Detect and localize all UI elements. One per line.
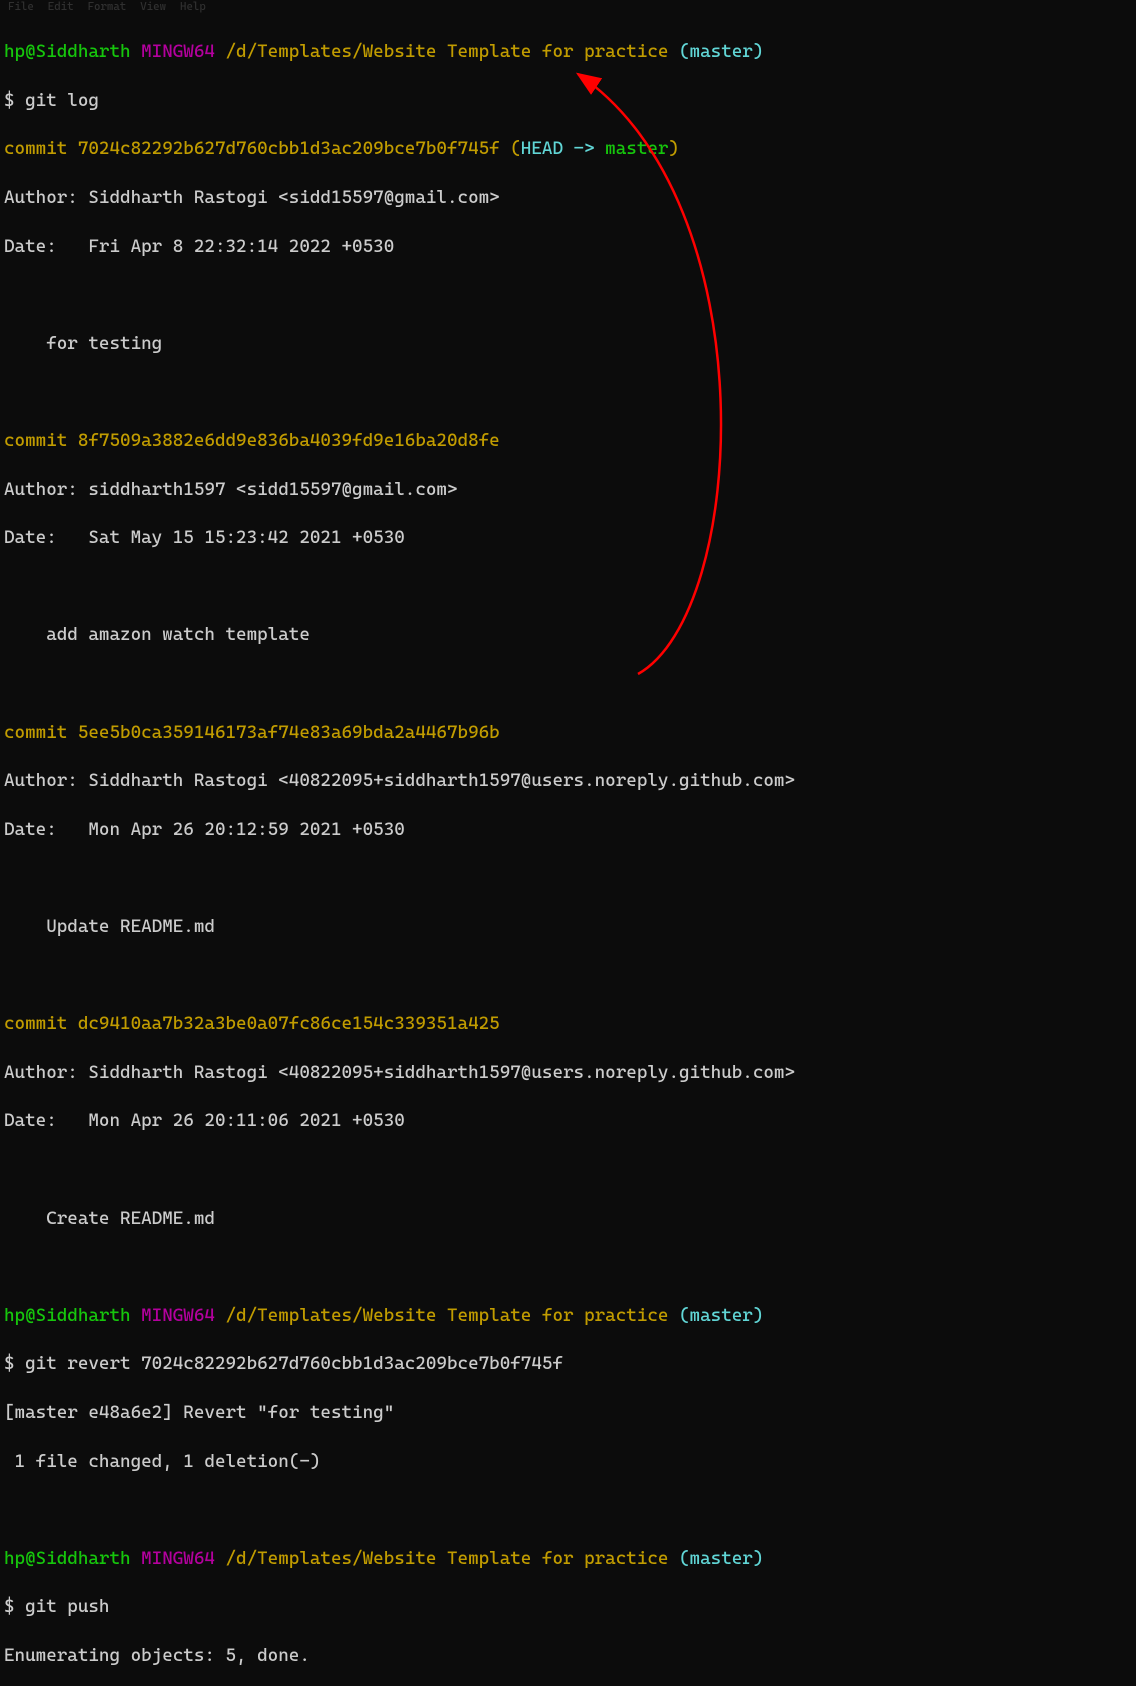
branch-open: ( (679, 41, 690, 62)
shell-system: MINGW64 (141, 1305, 215, 1326)
branch-name: master (690, 1548, 753, 1569)
commit-hash: dc9410aa7b32a3be0a07fc86ce154c339351a425 (78, 1013, 500, 1034)
cwd-path: /d/Templates/Website Template for practi… (225, 1305, 668, 1326)
user-host: hp@Siddharth (4, 1548, 131, 1569)
commit-author: Author: Siddharth Rastogi <sidd15597@gma… (4, 186, 1132, 210)
commit-hash: 7024c82292b627d760cbb1d3ac209bce7b0f745f (78, 138, 500, 159)
menu-bar: File Edit Format View Help (0, 0, 1136, 14)
branch-name: master (690, 41, 753, 62)
command-line: $ git push (4, 1595, 1132, 1619)
blank-line (4, 964, 1132, 988)
head-label: HEAD -> (521, 138, 605, 159)
prompt-line: hp@Siddharth MINGW64 /d/Templates/Websit… (4, 1547, 1132, 1571)
commit-author: Author: Siddharth Rastogi <40822095+sidd… (4, 769, 1132, 793)
user-host: hp@Siddharth (4, 1305, 131, 1326)
blank-line (4, 1158, 1132, 1182)
commit-header: commit dc9410aa7b32a3be0a07fc86ce154c339… (4, 1012, 1132, 1036)
menu-edit[interactable]: Edit (48, 0, 74, 14)
cwd-path: /d/Templates/Website Template for practi… (225, 1548, 668, 1569)
commit-date: Date: Mon Apr 26 20:11:06 2021 +0530 (4, 1109, 1132, 1133)
blank-line (4, 672, 1132, 696)
revert-output: 1 file changed, 1 deletion(-) (4, 1450, 1132, 1474)
commit-date: Date: Mon Apr 26 20:12:59 2021 +0530 (4, 818, 1132, 842)
blank-line (4, 1498, 1132, 1522)
shell-symbol: $ (4, 90, 25, 111)
command-git-log: git log (25, 90, 99, 111)
user-host: hp@Siddharth (4, 41, 131, 62)
commit-date: Date: Fri Apr 8 22:32:14 2022 +0530 (4, 235, 1132, 259)
branch-close: ) (753, 41, 764, 62)
menu-help[interactable]: Help (180, 0, 206, 14)
revert-output: [master e48a6e2] Revert "for testing" (4, 1401, 1132, 1425)
commit-message: for testing (4, 332, 1132, 356)
commit-header: commit 5ee5b0ca359146173af74e83a69bda2a4… (4, 721, 1132, 745)
cwd-path: /d/Templates/Website Template for practi… (225, 41, 668, 62)
commit-message: add amazon watch template (4, 623, 1132, 647)
commit-header: commit 7024c82292b627d760cbb1d3ac209bce7… (4, 137, 1132, 161)
blank-line (4, 1255, 1132, 1279)
push-output: Enumerating objects: 5, done. (4, 1644, 1132, 1668)
command-line: $ git revert 7024c82292b627d760cbb1d3ac2… (4, 1352, 1132, 1376)
commit-message: Update README.md (4, 915, 1132, 939)
commit-hash: 8f7509a3882e6dd9e836ba4039fd9e16ba20d8fe (78, 430, 500, 451)
commit-header: commit 8f7509a3882e6dd9e836ba4039fd9e16b… (4, 429, 1132, 453)
blank-line (4, 866, 1132, 890)
terminal-output[interactable]: hp@Siddharth MINGW64 /d/Templates/Websit… (0, 14, 1136, 1686)
blank-line (4, 380, 1132, 404)
command-git-push: git push (25, 1596, 109, 1617)
commit-message: Create README.md (4, 1207, 1132, 1231)
commit-author: Author: siddharth1597 <sidd15597@gmail.c… (4, 478, 1132, 502)
menu-format[interactable]: Format (88, 0, 127, 14)
prompt-line: hp@Siddharth MINGW64 /d/Templates/Websit… (4, 40, 1132, 64)
menu-file[interactable]: File (8, 0, 34, 14)
branch-ref: master (605, 138, 668, 159)
branch-name: master (690, 1305, 753, 1326)
shell-system: MINGW64 (141, 1548, 215, 1569)
command-git-revert: git revert 7024c82292b627d760cbb1d3ac209… (25, 1353, 563, 1374)
menu-view[interactable]: View (140, 0, 166, 14)
commit-author: Author: Siddharth Rastogi <40822095+sidd… (4, 1061, 1132, 1085)
shell-system: MINGW64 (141, 41, 215, 62)
blank-line (4, 283, 1132, 307)
commit-hash: 5ee5b0ca359146173af74e83a69bda2a4467b96b (78, 722, 500, 743)
command-line: $ git log (4, 89, 1132, 113)
prompt-line: hp@Siddharth MINGW64 /d/Templates/Websit… (4, 1304, 1132, 1328)
commit-date: Date: Sat May 15 15:23:42 2021 +0530 (4, 526, 1132, 550)
blank-line (4, 575, 1132, 599)
